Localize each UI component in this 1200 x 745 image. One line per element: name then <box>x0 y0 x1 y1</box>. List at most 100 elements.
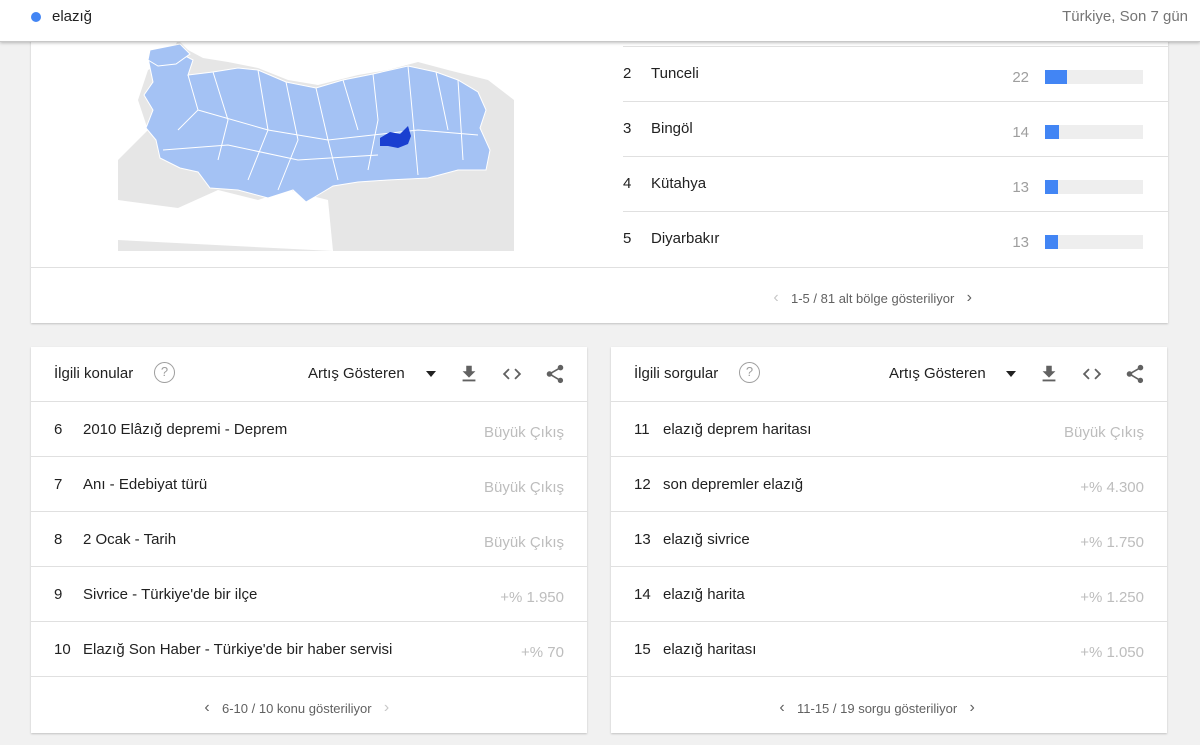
rank-number: 2 <box>623 65 632 82</box>
card-title: İlgili konular <box>54 365 134 382</box>
rise-metric: +% 1.250 <box>1080 589 1144 606</box>
card-header: İlgili konular ? Artış Gösteren <box>31 347 587 402</box>
rise-metric: Büyük Çıkış <box>483 534 564 551</box>
value-bar-fill <box>1045 70 1067 84</box>
list-item[interactable]: 6 2010 Elâzığ depremi - Deprem Büyük Çık… <box>31 402 587 457</box>
topics-list: 6 2010 Elâzığ depremi - Deprem Büyük Çık… <box>31 402 587 677</box>
topics-pagination: ‹ 6-10 / 10 konu gösteriliyor › <box>31 678 587 733</box>
region-value: 13 <box>1012 179 1029 196</box>
rank-number: 13 <box>634 531 651 548</box>
list-item[interactable]: 10 Elazığ Son Haber - Türkiye'de bir hab… <box>31 622 587 677</box>
sort-dropdown[interactable]: Artış Gösteren <box>889 365 986 382</box>
value-bar-fill <box>1045 180 1058 194</box>
list-item[interactable]: 12 son depremler elazığ +% 4.300 <box>611 457 1167 512</box>
topic-label[interactable]: Sivrice - Türkiye'de bir ilçe <box>83 586 257 603</box>
value-bar <box>1045 70 1143 84</box>
region-name[interactable]: Kütahya <box>651 175 706 192</box>
related-queries-card: İlgili sorgular ? Artış Gösteren 11 elaz… <box>611 347 1167 733</box>
share-icon[interactable] <box>1124 363 1146 385</box>
search-term[interactable]: elazığ <box>52 8 92 25</box>
region-name[interactable]: Tunceli <box>651 65 699 82</box>
rank-number: 11 <box>634 421 650 438</box>
related-topics-card: İlgili konular ? Artış Gösteren 6 2010 E… <box>31 347 587 733</box>
help-circle-icon[interactable]: ? <box>739 362 760 383</box>
rank-number: 10 <box>54 641 71 658</box>
query-label[interactable]: elazığ haritası <box>663 641 756 658</box>
chevron-right-icon[interactable]: › <box>376 699 398 717</box>
rise-metric: +% 4.300 <box>1080 479 1144 496</box>
rank-number: 5 <box>623 230 632 247</box>
caret-down-icon[interactable] <box>426 371 436 377</box>
card-header: İlgili sorgular ? Artış Gösteren <box>611 347 1167 402</box>
rise-metric: Büyük Çıkış <box>1063 424 1144 441</box>
topic-label[interactable]: 2010 Elâzığ depremi - Deprem <box>83 421 287 438</box>
value-bar-fill <box>1045 235 1058 249</box>
list-item[interactable]: 8 2 Ocak - Tarih Büyük Çıkış <box>31 512 587 567</box>
search-term-bar: elazığ Türkiye, Son 7 gün <box>0 0 1200 42</box>
geo-time-scope: Türkiye, Son 7 gün <box>1062 8 1188 25</box>
rank-number: 3 <box>623 120 632 137</box>
rank-number: 14 <box>634 586 651 603</box>
chevron-right-icon[interactable]: › <box>961 699 983 717</box>
region-name[interactable]: Bingöl <box>651 120 693 137</box>
value-bar <box>1045 125 1143 139</box>
pager: ‹ 11-15 / 19 sorgu gösteriliyor › <box>771 699 983 717</box>
topic-label[interactable]: 2 Ocak - Tarih <box>83 531 176 548</box>
list-item[interactable]: 2 Tunceli 22 <box>623 46 1168 101</box>
sort-dropdown[interactable]: Artış Gösteren <box>308 365 405 382</box>
download-icon[interactable] <box>458 363 480 385</box>
rank-number: 15 <box>634 641 651 658</box>
list-item[interactable]: 13 elazığ sivrice +% 1.750 <box>611 512 1167 567</box>
map-svg <box>118 40 514 251</box>
list-item[interactable]: 14 elazığ harita +% 1.250 <box>611 567 1167 622</box>
rank-number: 7 <box>54 476 63 493</box>
embed-code-icon[interactable] <box>1081 363 1103 385</box>
chevron-left-icon[interactable]: ‹ <box>765 289 787 307</box>
caret-down-icon[interactable] <box>1006 371 1016 377</box>
term-color-dot <box>31 12 41 22</box>
queries-pagination: ‹ 11-15 / 19 sorgu gösteriliyor › <box>611 678 1167 733</box>
region-value: 13 <box>1012 234 1029 251</box>
region-value: 14 <box>1012 124 1029 141</box>
list-item[interactable]: 9 Sivrice - Türkiye'de bir ilçe +% 1.950 <box>31 567 587 622</box>
rank-number: 9 <box>54 586 63 603</box>
query-label[interactable]: elazığ harita <box>663 586 745 603</box>
chevron-right-icon[interactable]: › <box>958 289 980 307</box>
topic-label[interactable]: Elazığ Son Haber - Türkiye'de bir haber … <box>83 641 392 658</box>
pager-text: 1-5 / 81 alt bölge gösteriliyor <box>791 290 955 306</box>
region-value: 22 <box>1012 69 1029 86</box>
rank-number: 4 <box>623 175 632 192</box>
card-title: İlgili sorgular <box>634 365 719 382</box>
list-item[interactable]: 15 elazığ haritası +% 1.050 <box>611 622 1167 677</box>
value-bar <box>1045 235 1143 249</box>
rise-metric: +% 1.050 <box>1080 644 1144 661</box>
list-item[interactable]: 11 elazığ deprem haritası Büyük Çıkış <box>611 402 1167 457</box>
subregion-pagination: ‹ 1-5 / 81 alt bölge gösteriliyor › <box>31 267 1168 323</box>
list-item[interactable]: 7 Anı - Edebiyat türü Büyük Çıkış <box>31 457 587 512</box>
query-label[interactable]: son depremler elazığ <box>663 476 803 493</box>
region-name[interactable]: Diyarbakır <box>651 230 719 247</box>
rank-number: 6 <box>54 421 63 438</box>
pager-text: 6-10 / 10 konu gösteriliyor <box>222 700 372 716</box>
rise-metric: Büyük Çıkış <box>483 424 564 441</box>
rank-number: 12 <box>634 476 651 493</box>
query-label[interactable]: elazığ sivrice <box>663 531 750 548</box>
help-circle-icon[interactable]: ? <box>154 362 175 383</box>
list-item[interactable]: 5 Diyarbakır 13 <box>623 211 1168 266</box>
download-icon[interactable] <box>1038 363 1060 385</box>
subregion-list: 2 Tunceli 22 3 Bingöl 14 4 Kütahya 13 5 … <box>623 46 1168 266</box>
embed-code-icon[interactable] <box>501 363 523 385</box>
chevron-left-icon[interactable]: ‹ <box>196 699 218 717</box>
turkey-region-map[interactable] <box>118 40 514 251</box>
rank-number: 8 <box>54 531 63 548</box>
queries-list: 11 elazığ deprem haritası Büyük Çıkış 12… <box>611 402 1167 677</box>
chevron-left-icon[interactable]: ‹ <box>771 699 793 717</box>
share-icon[interactable] <box>544 363 566 385</box>
pager: ‹ 1-5 / 81 alt bölge gösteriliyor › <box>765 289 980 307</box>
query-label[interactable]: elazığ deprem haritası <box>663 421 811 438</box>
list-item[interactable]: 3 Bingöl 14 <box>623 101 1168 156</box>
value-bar <box>1045 180 1143 194</box>
interest-by-subregion-card: 2 Tunceli 22 3 Bingöl 14 4 Kütahya 13 5 … <box>31 0 1168 323</box>
topic-label[interactable]: Anı - Edebiyat türü <box>83 476 207 493</box>
list-item[interactable]: 4 Kütahya 13 <box>623 156 1168 211</box>
